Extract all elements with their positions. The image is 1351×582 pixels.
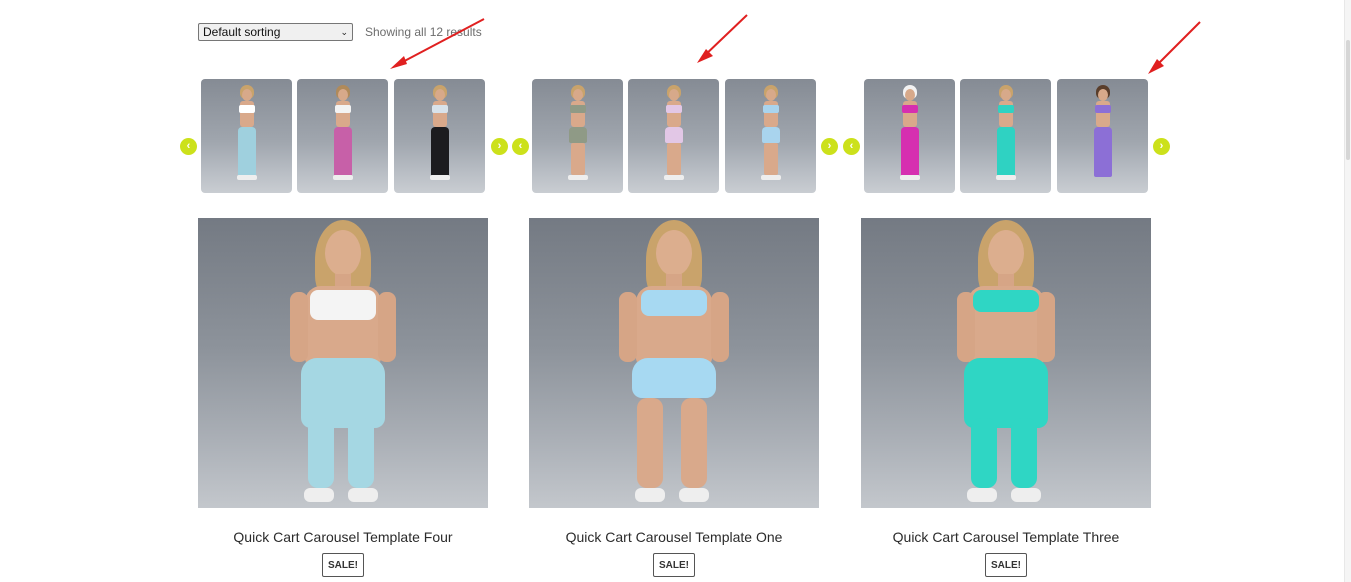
chevron-left-icon: ‹ [518, 140, 523, 152]
product-2-sale-badge: SALE! [653, 553, 695, 577]
product-1-sale-badge: SALE! [322, 553, 364, 577]
chevron-down-icon: ⌄ [340, 26, 348, 37]
product-2-image[interactable] [529, 218, 819, 508]
scrollbar-thumb[interactable] [1346, 40, 1350, 160]
carousel-3 [864, 79, 1148, 193]
carousel-2 [532, 79, 816, 193]
carousel-3-thumb-3[interactable] [1057, 79, 1148, 193]
annotation-arrow-icon [697, 14, 748, 63]
carousel-3-next-button[interactable]: › [1153, 138, 1170, 155]
carousel-1 [201, 79, 485, 193]
product-1-image[interactable] [198, 218, 488, 508]
chevron-left-icon: ‹ [186, 140, 191, 152]
carousel-1-prev-button[interactable]: ‹ [180, 138, 197, 155]
annotation-arrow-icon [390, 18, 485, 69]
product-1-title[interactable]: Quick Cart Carousel Template Four [198, 529, 488, 545]
carousel-2-next-button[interactable]: › [821, 138, 838, 155]
carousel-3-prev-button[interactable]: ‹ [843, 138, 860, 155]
carousel-2-thumb-2[interactable] [628, 79, 719, 193]
annotation-arrow-icon [1148, 21, 1201, 74]
chevron-right-icon: › [1159, 140, 1164, 152]
page-scrollbar[interactable] [1344, 0, 1351, 582]
carousel-1-thumb-3[interactable] [394, 79, 485, 193]
shop-page: Default sorting ⌄ Showing all 12 results… [0, 0, 1351, 582]
chevron-right-icon: › [497, 140, 502, 152]
carousel-1-next-button[interactable]: › [491, 138, 508, 155]
product-3-title[interactable]: Quick Cart Carousel Template Three [861, 529, 1151, 545]
chevron-right-icon: › [827, 140, 832, 152]
product-3-image[interactable] [861, 218, 1151, 508]
carousel-1-thumb-2[interactable] [297, 79, 388, 193]
carousel-2-thumb-1[interactable] [532, 79, 623, 193]
carousel-2-thumb-3[interactable] [725, 79, 816, 193]
carousel-2-prev-button[interactable]: ‹ [512, 138, 529, 155]
sort-select[interactable]: Default sorting ⌄ [198, 23, 353, 41]
chevron-left-icon: ‹ [849, 140, 854, 152]
carousel-3-thumb-1[interactable] [864, 79, 955, 193]
sort-select-value: Default sorting [203, 25, 281, 39]
product-2-title[interactable]: Quick Cart Carousel Template One [529, 529, 819, 545]
carousel-1-thumb-1[interactable] [201, 79, 292, 193]
product-3-sale-badge: SALE! [985, 553, 1027, 577]
carousel-3-thumb-2[interactable] [960, 79, 1051, 193]
